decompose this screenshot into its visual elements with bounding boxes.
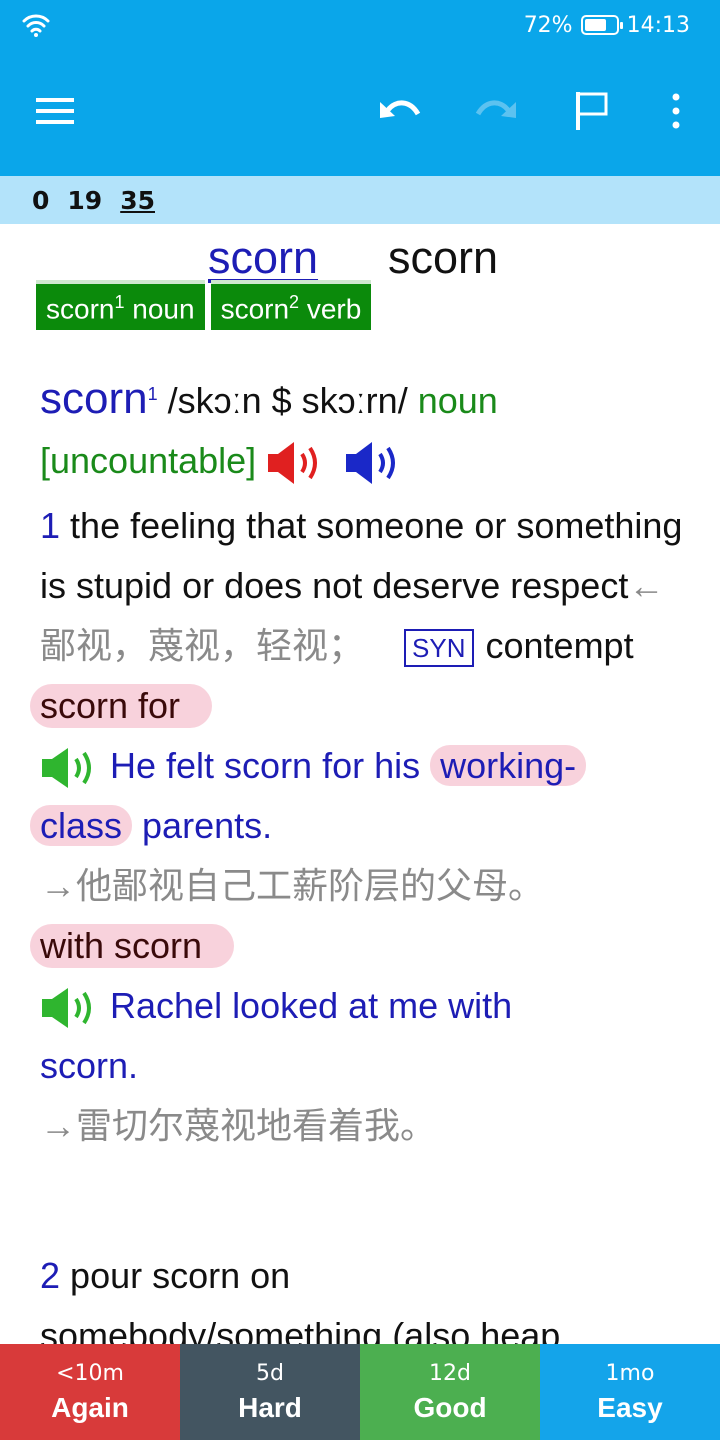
menu-button[interactable] <box>26 78 86 144</box>
headword-title: scorn <box>388 232 499 283</box>
sense-2: 2 pour scorn on somebody/something (also… <box>40 1246 700 1344</box>
undo-icon <box>380 100 421 118</box>
grammar-label: [uncountable] <box>40 440 257 481</box>
example-sentence: He felt scorn for his working-class pare… <box>30 745 587 846</box>
definition-text: the feeling that someone or something is… <box>40 505 683 606</box>
undo-button[interactable] <box>370 78 430 144</box>
redo-button[interactable] <box>466 78 526 144</box>
headword-link[interactable]: scorn <box>208 232 318 284</box>
part-of-speech: noun <box>417 380 498 421</box>
speaker-us-icon[interactable] <box>344 440 404 486</box>
sense-1: 1 the feeling that someone or something … <box>30 496 700 1156</box>
hard-button[interactable]: 5d Hard <box>180 1344 360 1440</box>
phrase-text: pour scorn on <box>70 1255 291 1296</box>
synonym-word[interactable]: contempt <box>486 625 634 666</box>
collocation: scorn for <box>30 684 213 728</box>
answer-buttons: <10m Again 5d Hard 12d Good 1mo Easy <box>0 1344 720 1440</box>
card-counts: 0 19 35 <box>0 176 720 224</box>
more-options-button[interactable] <box>646 78 706 144</box>
entry-headword: scorn <box>40 374 148 423</box>
entry-tab-noun[interactable]: scorn1 noun <box>36 280 205 330</box>
toolbar <box>0 50 720 176</box>
status-bar: 72% 14:13 <box>0 0 720 50</box>
learning-count: 19 <box>67 185 103 215</box>
good-button[interactable]: 12d Good <box>360 1344 540 1440</box>
clock: 14:13 <box>626 12 690 38</box>
battery-icon <box>580 15 623 35</box>
more-vertical-icon <box>672 93 680 129</box>
sense-number: 2 <box>40 1255 61 1296</box>
example-translation: →他鄙视自己工薪阶层的父母。 <box>40 865 545 906</box>
flag-icon <box>576 92 608 130</box>
entry-header: scorn1 /skɔːn $ skɔːrn/ noun [uncountabl… <box>40 364 700 491</box>
flag-button[interactable] <box>562 78 622 144</box>
redo-icon <box>475 100 516 118</box>
speaker-uk-icon[interactable] <box>266 440 326 486</box>
syn-badge: SYN <box>404 629 474 668</box>
hamburger-icon <box>36 98 74 124</box>
again-button[interactable]: <10m Again <box>0 1344 180 1440</box>
wifi-icon <box>22 14 50 37</box>
phrase-continuation: somebody/something (also heap <box>40 1315 561 1344</box>
sense-number: 1 <box>40 505 61 546</box>
card-content: scorn scorn scorn1 noun scorn2 verb scor… <box>0 224 720 1344</box>
battery-percent: 72% <box>523 12 573 38</box>
new-count: 0 <box>32 185 50 215</box>
collocation: with scorn <box>30 924 235 968</box>
entry-tabs: scorn1 noun scorn2 verb <box>36 280 372 330</box>
due-count: 35 <box>120 185 155 215</box>
pronunciation: /skɔːn $ skɔːrn/ <box>167 380 408 421</box>
easy-button[interactable]: 1mo Easy <box>540 1344 720 1440</box>
speaker-example-icon[interactable] <box>40 988 100 1029</box>
example-sentence: Rachel looked at me with scorn. <box>40 985 513 1086</box>
speaker-example-icon[interactable] <box>40 748 100 789</box>
example-translation: →雷切尔蔑视地看着我。 <box>40 1105 437 1146</box>
entry-tab-verb[interactable]: scorn2 verb <box>210 280 372 330</box>
